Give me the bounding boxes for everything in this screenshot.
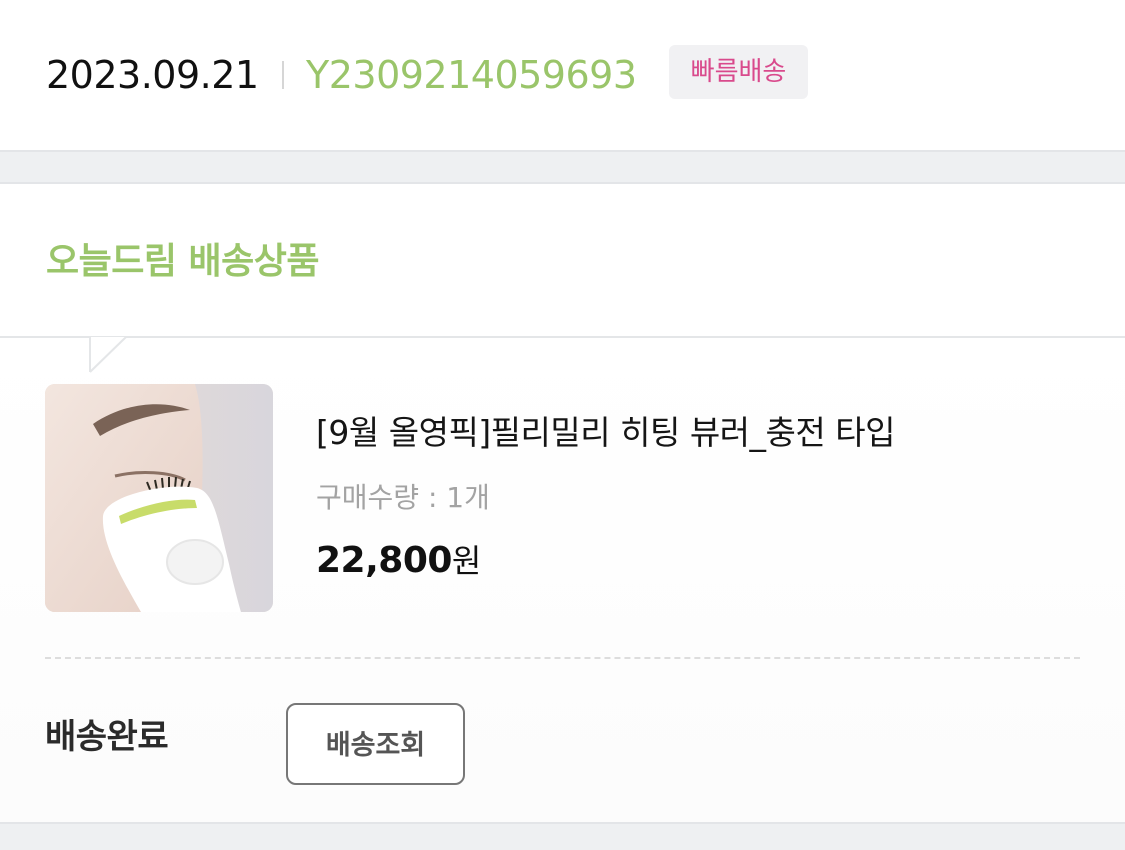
- section-title: 오늘드림 배송상품: [46, 241, 320, 282]
- bottom-divider: [0, 822, 1125, 850]
- order-number: Y2309214059693: [306, 53, 637, 97]
- dashed-divider: [45, 657, 1080, 659]
- eyelash-curler-icon: [45, 384, 273, 612]
- order-separator: [282, 61, 284, 89]
- price-currency: 원: [451, 542, 482, 580]
- delivery-status: 배송완료: [45, 717, 169, 757]
- speech-pointer-icon: [89, 336, 127, 373]
- product-image[interactable]: [45, 384, 273, 612]
- order-date: 2023.09.21: [46, 53, 259, 97]
- order-detail-page: 2023.09.21 Y2309214059693 빠름배송 오늘드림 배송상품: [0, 0, 1125, 850]
- product-name[interactable]: [9월 올영픽]필리밀리 히팅 뷰러_충전 타입: [316, 410, 895, 456]
- price-value: 22,800: [316, 540, 452, 581]
- purchase-quantity: 구매수량 : 1개: [316, 481, 490, 514]
- track-delivery-button[interactable]: 배송조회: [286, 703, 465, 785]
- section-divider: [0, 150, 1125, 184]
- fast-delivery-badge: 빠름배송: [669, 45, 808, 99]
- card-top-border: [0, 336, 1125, 338]
- order-header: 2023.09.21 Y2309214059693 빠름배송: [0, 0, 1125, 150]
- product-price: 22,800원: [316, 538, 481, 590]
